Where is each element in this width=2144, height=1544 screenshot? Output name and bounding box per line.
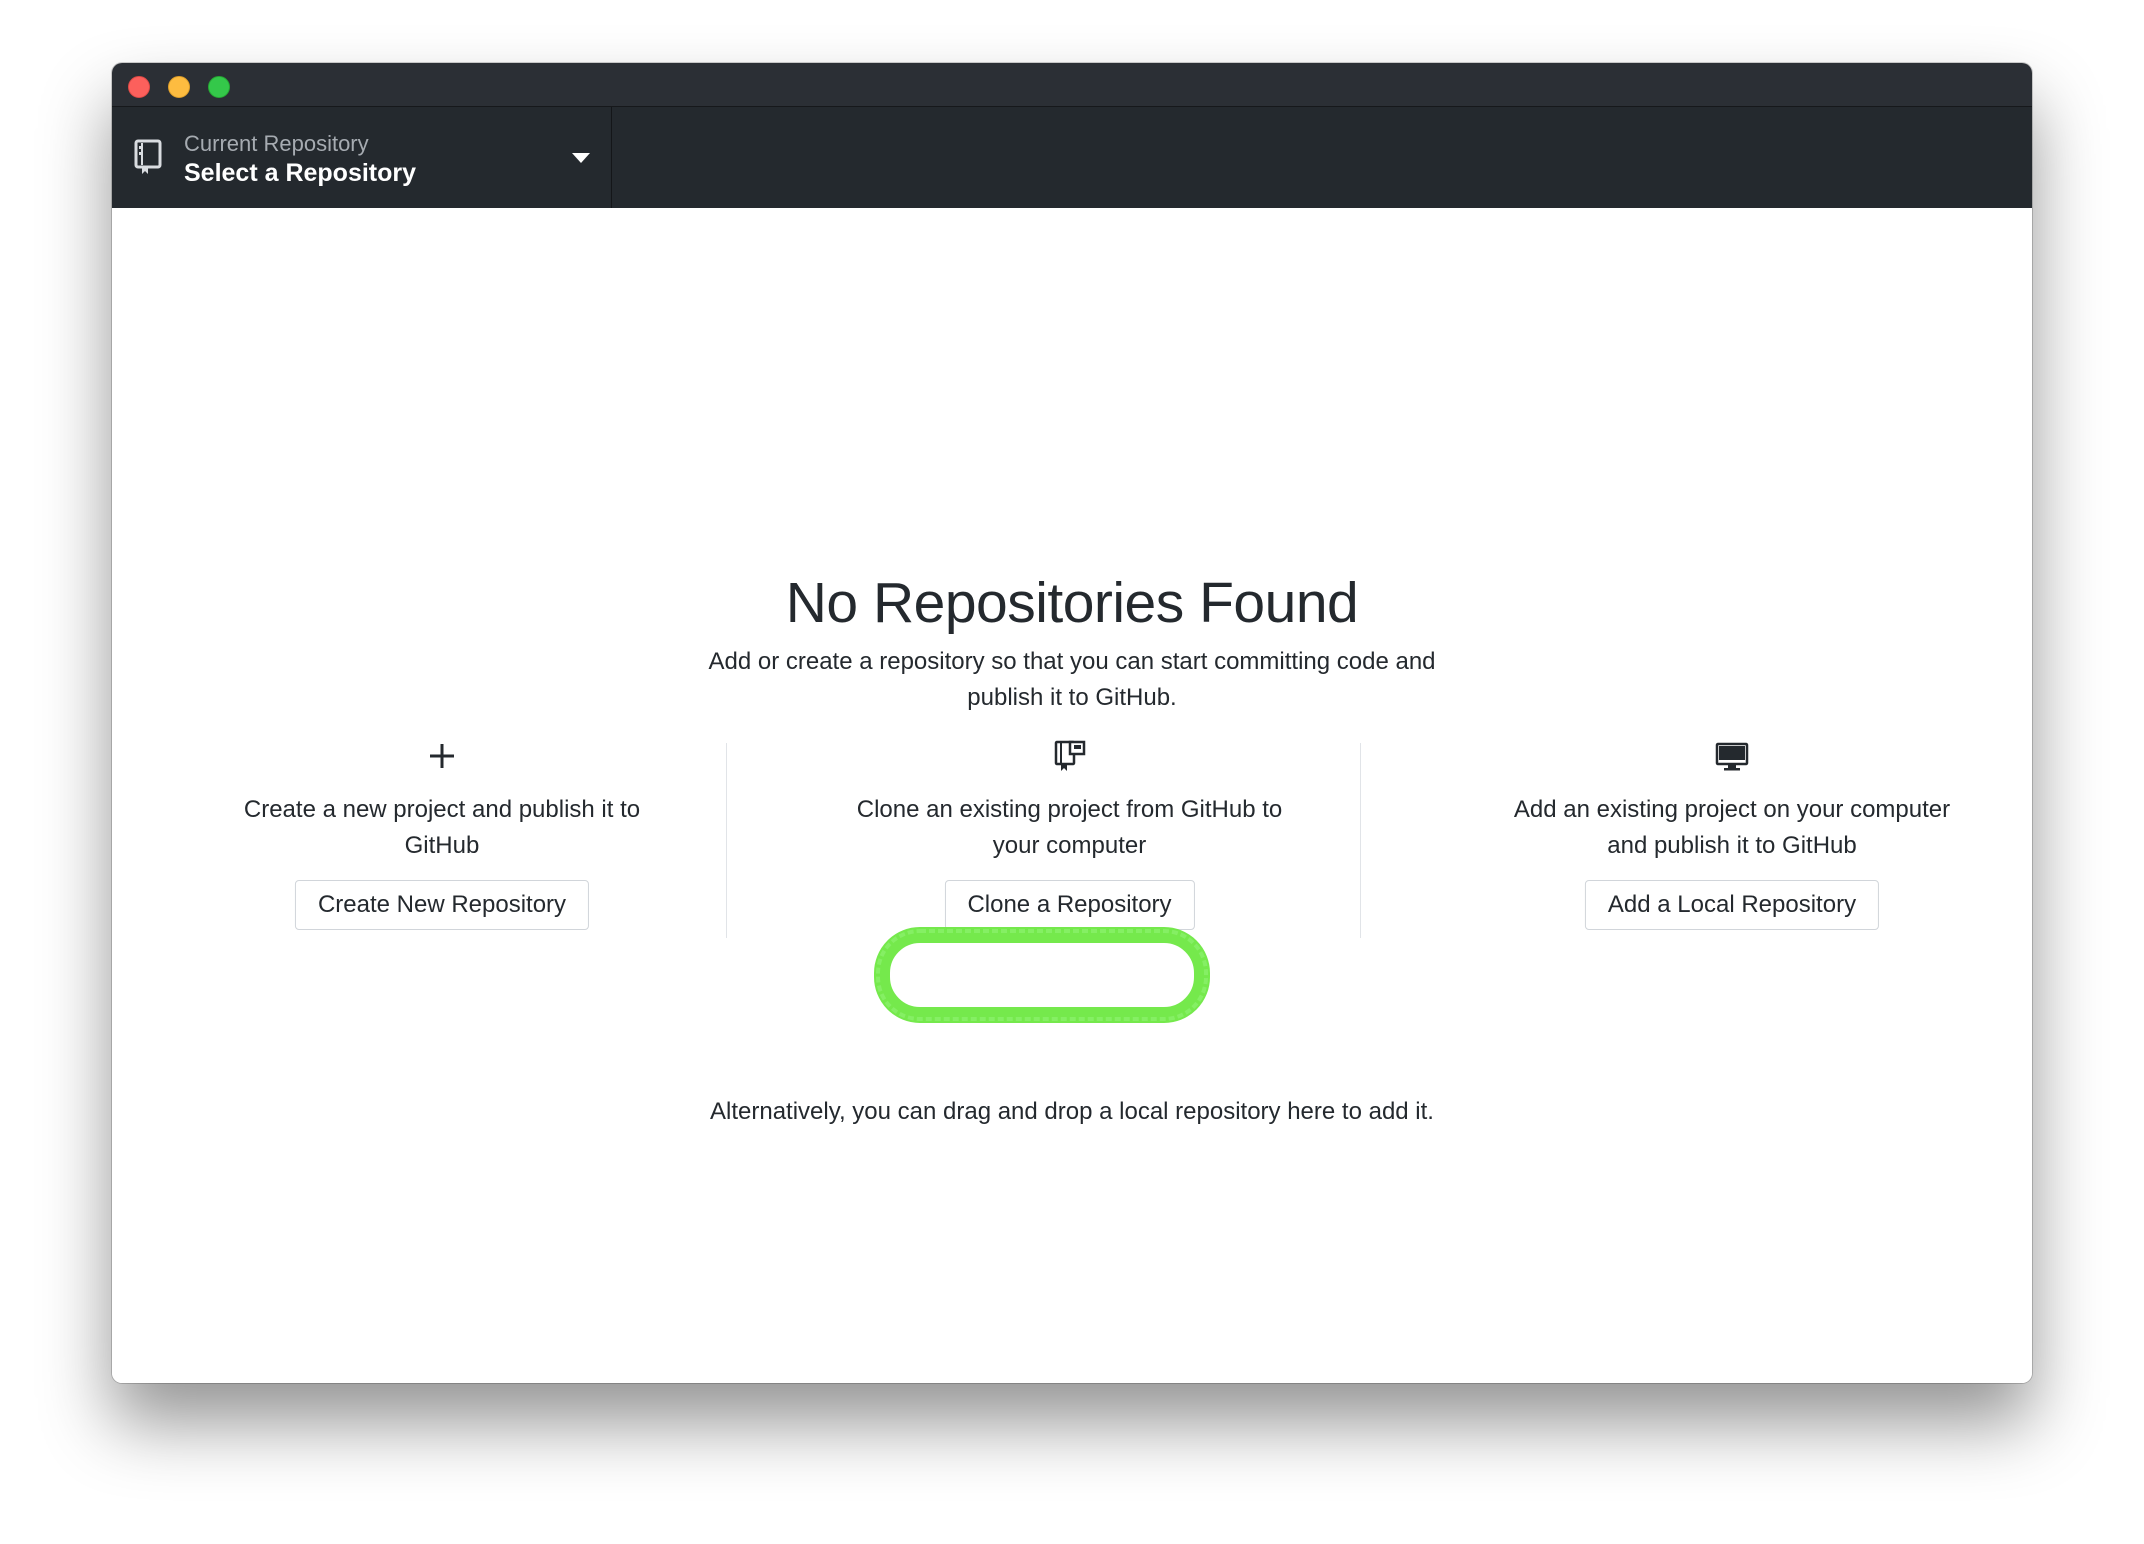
toolbar: Current Repository Select a Repository (112, 107, 2032, 208)
close-window-button[interactable] (128, 76, 150, 98)
zoom-window-button[interactable] (208, 76, 230, 98)
title-bar (112, 63, 2032, 107)
add-local-repository-button[interactable]: Add a Local Repository (1584, 880, 1880, 930)
create-option: Create a new project and publish it to G… (152, 738, 732, 938)
plus-icon (430, 744, 454, 768)
add-local-option-text: Add an existing project on your computer… (1513, 796, 1951, 859)
monitor-icon (1715, 742, 1749, 771)
add-local-option: Add an existing project on your computer… (1432, 738, 2032, 938)
current-repository-dropdown[interactable]: Current Repository Select a Repository (112, 107, 612, 208)
drag-drop-hint: Alternatively, you can drag and drop a l… (710, 1098, 1434, 1125)
app-window: Current Repository Select a Repository N… (112, 63, 2032, 1383)
clone-option-text: Clone an existing project from GitHub to… (856, 796, 1283, 859)
clone-a-repository-button[interactable]: Clone a Repository (944, 880, 1195, 930)
repo-icon (134, 139, 162, 174)
page-subtitle: Add or create a repository so that you c… (708, 648, 1436, 711)
page-title: No Repositories Found (785, 571, 1359, 635)
create-option-text: Create a new project and publish it to G… (243, 796, 641, 859)
current-repository-label: Current Repository (184, 131, 369, 156)
divider (1360, 743, 1361, 938)
minimize-window-button[interactable] (168, 76, 190, 98)
chevron-down-icon (572, 153, 590, 163)
blank-slate: No Repositories Found Add or create a re… (112, 208, 2032, 1383)
create-new-repository-button[interactable]: Create New Repository (294, 880, 590, 930)
current-repository-value: Select a Repository (184, 159, 417, 187)
repo-clone-icon (1054, 740, 1085, 771)
clone-option: Clone an existing project from GitHub to… (787, 738, 1352, 938)
highlight-annotation (874, 927, 1210, 1023)
